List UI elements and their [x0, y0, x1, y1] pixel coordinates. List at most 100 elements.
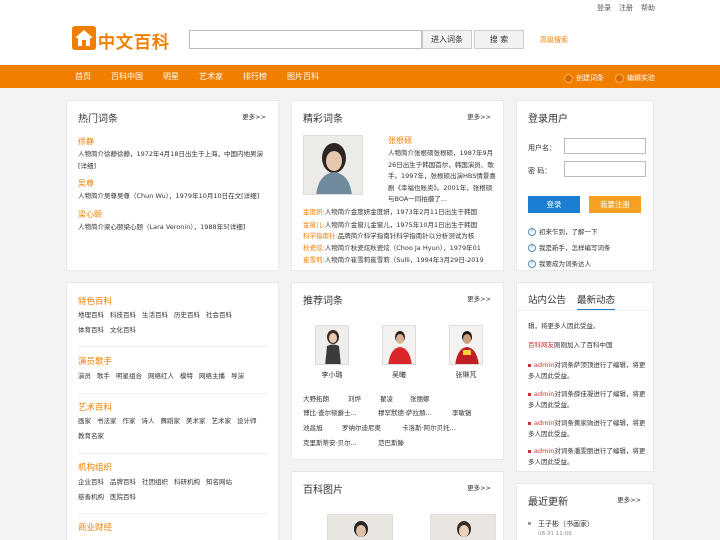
search-input[interactable]	[189, 30, 422, 49]
news-item[interactable]: admin对词条薛佳凝进行了编辑，将更多人因此受益。	[528, 389, 646, 411]
register-button[interactable]: 我要注册	[589, 196, 641, 213]
help-link[interactable]: ? 我是新手，怎样编写词条	[528, 242, 611, 252]
category-link[interactable]: 网络主播	[199, 372, 225, 380]
recent-more-link[interactable]: 更多>>	[617, 494, 641, 504]
featured-row[interactable]: 崔雪莉:人物简介崔雪莉崔雪莉（Sulli，1994年3月29日-2019	[303, 255, 493, 266]
category-link[interactable]: 历史百科	[174, 311, 200, 319]
news-item[interactable]: admin对词条潘雯丽进行了编辑，将更多人因此受益。	[528, 446, 646, 468]
picture-thumbnail[interactable]	[327, 514, 393, 540]
recommended-name[interactable]: 罗纳尔迪尼奥	[342, 422, 381, 432]
category-title[interactable]: 机构组织	[78, 461, 112, 473]
featured-more-link[interactable]: 更多>>	[467, 111, 491, 121]
category-link[interactable]: 科研机构	[174, 478, 200, 486]
search-button[interactable]: 搜 索	[474, 30, 524, 49]
recommended-avatar-name[interactable]: 吴曦	[382, 370, 416, 380]
recommended-name[interactable]: 翟凌	[380, 393, 393, 403]
featured-main-name[interactable]: 张根硕	[388, 135, 412, 146]
category-link[interactable]: 明星组合	[116, 372, 142, 380]
recommended-name[interactable]: 范巴斯滕	[378, 437, 404, 447]
create-entry-link[interactable]: 创建词条	[564, 73, 604, 83]
hot-entry-name[interactable]: 梁心颐	[78, 209, 102, 220]
category-link[interactable]: 文化百科	[110, 326, 136, 334]
category-link[interactable]: 美术家	[186, 417, 206, 425]
nav-baike-china[interactable]: 百科中国	[111, 71, 143, 82]
nav-home[interactable]: 首页	[75, 71, 91, 82]
featured-row[interactable]: 科学指南针:品牌简介科学指南针科学指南针以分析测试为核	[303, 231, 493, 242]
recommended-name[interactable]: 克里斯蒂安·贝尔...	[303, 437, 375, 447]
recommended-avatar[interactable]	[315, 325, 349, 365]
category-title[interactable]: 艺术百科	[78, 401, 112, 413]
recommended-name[interactable]: 张丽娜	[410, 393, 430, 403]
recommended-name[interactable]: 刘烨	[348, 393, 361, 403]
recommended-avatar[interactable]	[449, 325, 483, 365]
help-link[interactable]: ? 我要成为词条达人	[528, 258, 591, 268]
category-link[interactable]: 画家	[78, 417, 91, 425]
help-link[interactable]: 帮助	[641, 3, 655, 13]
tab-announcements[interactable]: 站内公告	[528, 292, 566, 306]
news-item[interactable]: 百科网友刚刚加入了百科中国	[528, 340, 646, 351]
login-link[interactable]: 登录	[597, 3, 611, 13]
category-link[interactable]: 医院百科	[110, 493, 136, 501]
recent-item-name[interactable]: 王子彬（书画家）	[538, 519, 594, 529]
category-link[interactable]: 导演	[231, 372, 244, 380]
login-button[interactable]: 登录	[528, 196, 580, 213]
edit-experiment-link[interactable]: 编辑实验	[615, 73, 655, 83]
category-title[interactable]: 演员歌手	[78, 355, 112, 367]
category-link[interactable]: 科技百科	[110, 311, 136, 319]
register-link[interactable]: 注册	[619, 3, 633, 13]
category-link[interactable]: 社会百科	[206, 311, 232, 319]
category-link[interactable]: 书法家	[97, 417, 117, 425]
category-link[interactable]: 作家	[123, 417, 136, 425]
featured-row[interactable]: 金窗儿:人物简介金窗儿金窗儿，1975年10月1日出生于韩国	[303, 220, 493, 231]
site-logo[interactable]: 中文百科	[72, 26, 172, 53]
recommended-more-link[interactable]: 更多>>	[467, 293, 491, 303]
password-field[interactable]	[564, 161, 646, 177]
nav-stars[interactable]: 明星	[163, 71, 179, 82]
recommended-name[interactable]: 穆罕默德·萨拉赫...	[378, 407, 450, 417]
hot-more-link[interactable]: 更多>>	[242, 111, 266, 121]
featured-main-desc[interactable]: 人物简介张根硕张根硕，1987年9月26日出生于韩国首尔，韩国演员、歌手。199…	[388, 148, 496, 206]
category-link[interactable]: 诗人	[142, 417, 155, 425]
category-link[interactable]: 舞蹈家	[161, 417, 181, 425]
enter-entry-button[interactable]: 进入词条	[422, 30, 472, 49]
picture-thumbnail[interactable]	[430, 514, 496, 540]
recommended-name[interactable]: 博比·查尔顿爵士...	[303, 407, 375, 417]
hot-entry-name[interactable]: 徐静	[78, 136, 94, 147]
category-title[interactable]: 商业财经	[78, 521, 112, 533]
category-link[interactable]: 社团组织	[142, 478, 168, 486]
recommended-name[interactable]: 李敏镐	[452, 407, 472, 417]
tab-latest-updates[interactable]: 最新动态	[577, 292, 616, 311]
featured-row[interactable]: 金度妍:人物简介金度妍金度妍，1973年2月11日出生于韩国	[303, 207, 493, 218]
nav-ranking[interactable]: 排行榜	[243, 71, 267, 82]
recommended-avatar-name[interactable]: 张琳芃	[449, 370, 483, 380]
category-link[interactable]: 网络红人	[148, 372, 174, 380]
help-link[interactable]: ? 初来乍到，了解一下	[528, 226, 598, 236]
category-link[interactable]: 生活百科	[142, 311, 168, 319]
recommended-name[interactable]: 卡洛斯·阿尔贝托...	[402, 422, 492, 432]
category-link[interactable]: 慈善机构	[78, 493, 104, 501]
recommended-name[interactable]: 大野拓朗	[303, 393, 329, 403]
category-link[interactable]: 艺术家	[212, 417, 232, 425]
username-field[interactable]	[564, 138, 646, 154]
recommended-avatar-name[interactable]: 李小璐	[315, 370, 349, 380]
hot-entry-name[interactable]: 吴尊	[78, 178, 94, 189]
recommended-avatar[interactable]	[382, 325, 416, 365]
category-link[interactable]: 教育名家	[78, 432, 104, 440]
hot-entry-desc[interactable]: 人物简介吴尊吴尊（Chun Wu），1979年10月10日在文[详细]	[78, 191, 266, 203]
category-link[interactable]: 企业百科	[78, 478, 104, 486]
nav-artists[interactable]: 艺术家	[199, 71, 223, 82]
news-item[interactable]: 辑，将更多人因此受益。	[528, 321, 646, 332]
hot-entry-desc[interactable]: 人物简介梁心颐梁心颐（Lara Veronin），1988年5[详细]	[78, 222, 266, 234]
category-link[interactable]: 模特	[180, 372, 193, 380]
nav-picture-baike[interactable]: 图片百科	[287, 71, 319, 82]
news-item[interactable]: admin对词条黄家驹进行了编辑，将更多人因此受益。	[528, 418, 646, 440]
category-title[interactable]: 特色百科	[78, 295, 112, 307]
category-link[interactable]: 品牌百科	[110, 478, 136, 486]
category-link[interactable]: 歌手	[97, 372, 110, 380]
category-link[interactable]: 知名网站	[206, 478, 232, 486]
advanced-search-link[interactable]: 高级搜索	[540, 35, 568, 45]
hot-entry-desc[interactable]: 人物简介徐静徐静，1972年4月18日出生于上海，中国内地男演[详细]	[78, 149, 266, 172]
category-link[interactable]: 演员	[78, 372, 91, 380]
category-link[interactable]: 地理百科	[78, 311, 104, 319]
category-link[interactable]: 体育百科	[78, 326, 104, 334]
